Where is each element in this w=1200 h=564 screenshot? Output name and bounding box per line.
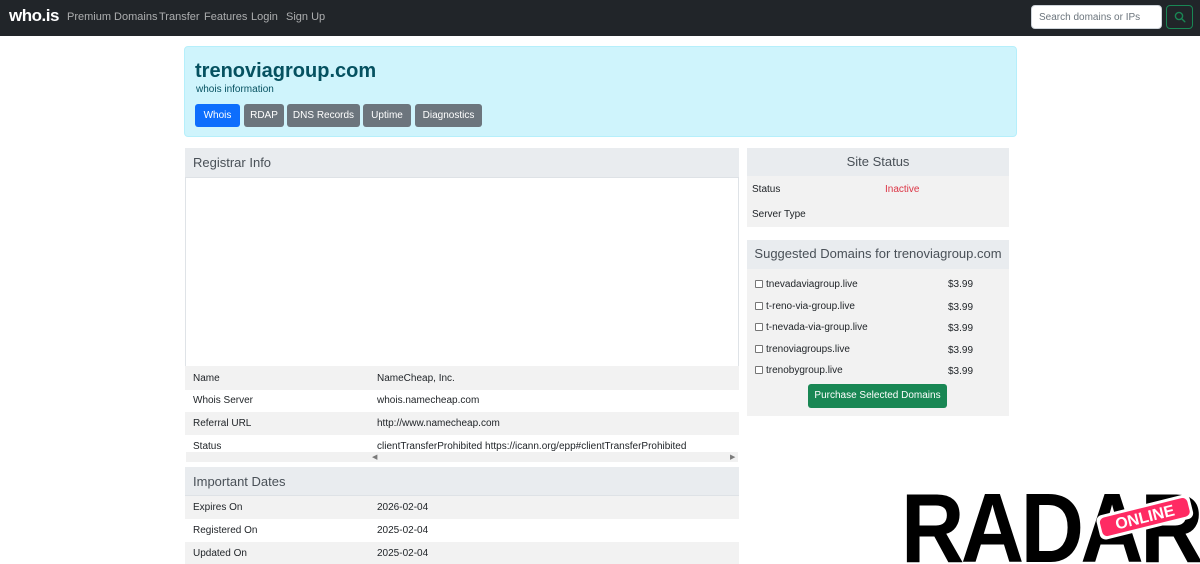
dates-value-expires: 2026-02-04 [377,502,429,513]
tab-diagnostics[interactable]: Diagnostics [415,104,482,127]
tab-rdap[interactable]: RDAP [244,104,284,127]
suggested-domain-price: $3.99 [948,302,974,313]
dates-row-stripe [185,496,739,519]
suggested-domain-name: trenobygroup.live [766,365,843,376]
registrar-row-stripe [185,366,739,390]
scroll-left-icon[interactable]: ◀ [372,453,377,463]
registrar-value-name: NameCheap, Inc. [377,373,455,384]
radar-online-logo: RADAR ONLINE [901,486,1200,564]
important-dates-header: Important Dates [185,467,739,496]
site-status-label-server-type: Server Type [752,209,806,220]
search-icon [1174,11,1186,23]
registrar-value-status: clientTransferProhibited https://icann.o… [377,441,687,452]
site-status-header: Site Status [747,148,1009,176]
domain-checkbox[interactable] [755,280,763,288]
registrar-label-referral-url: Referral URL [193,418,252,429]
brand-logo[interactable]: who.is [9,6,59,26]
suggested-domain-name: trenoviagroups.live [766,344,850,355]
scroll-right-icon[interactable]: ▶ [730,453,735,463]
suggested-domain-name: t-nevada-via-group.live [766,322,868,333]
tab-whois[interactable]: Whois [195,104,240,127]
nav-link-premium-domains[interactable]: Premium Domains [67,11,157,23]
registrar-label-name: Name [193,373,220,384]
nav-link-login[interactable]: Login [251,11,278,23]
tab-dns-records[interactable]: DNS Records [287,104,360,127]
purchase-selected-button[interactable]: Purchase Selected Domains [808,384,947,408]
registrar-label-status: Status [193,441,222,452]
dates-value-registered: 2025-02-04 [377,525,429,536]
registrar-value-whois-server: whois.namecheap.com [377,395,480,406]
tab-uptime[interactable]: Uptime [363,104,411,127]
suggested-domain-name: tnevadaviagroup.live [766,279,858,290]
registrar-info-header: Registrar Info [185,148,739,178]
suggested-domain-name: t-reno-via-group.live [766,301,855,312]
domain-subtitle: whois information [196,84,274,95]
dates-row-stripe [185,542,739,564]
search-input[interactable] [1031,5,1162,29]
dates-value-updated: 2025-02-04 [377,548,429,559]
suggested-domain-price: $3.99 [948,279,974,290]
search-button[interactable] [1166,5,1193,29]
dates-label-registered: Registered On [193,525,258,536]
site-status-value-status: Inactive [885,184,920,195]
registrar-blank-area [185,178,739,366]
domain-checkbox[interactable] [755,345,763,353]
suggested-domain-price: $3.99 [948,366,974,377]
nav-link-features[interactable]: Features [204,11,247,23]
domain-checkbox[interactable] [755,323,763,331]
suggested-domain-price: $3.99 [948,345,974,356]
suggested-domains-header: Suggested Domains for trenoviagroup.com [747,240,1009,269]
site-status-label-status: Status [752,184,781,195]
domain-title: trenoviagroup.com [195,60,377,82]
horizontal-scrollbar[interactable] [186,452,738,462]
nav-link-transfer[interactable]: Transfer [159,11,200,23]
dates-label-updated: Updated On [193,548,247,559]
top-navbar: who.is Premium Domains Transfer Features… [0,0,1200,36]
registrar-value-referral-url: http://www.namecheap.com [377,418,500,429]
suggested-domain-price: $3.99 [948,323,974,334]
nav-link-sign-up[interactable]: Sign Up [286,11,325,23]
registrar-label-whois-server: Whois Server [193,395,254,406]
dates-label-expires: Expires On [193,502,243,513]
domain-checkbox[interactable] [755,366,763,374]
domain-header-card: trenoviagroup.com whois information Whoi… [184,46,1017,137]
domain-checkbox[interactable] [755,302,763,310]
